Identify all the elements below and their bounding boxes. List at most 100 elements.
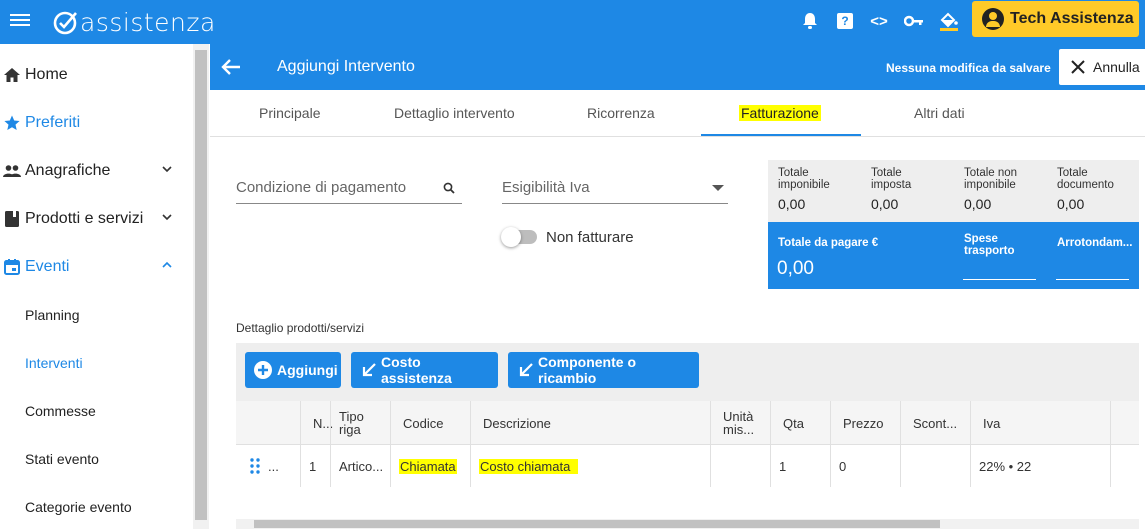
totals-summary: Totale imponibile 0,00 Totale imposta 0,… xyxy=(768,160,1139,222)
sidebar-item-label: Home xyxy=(25,66,68,83)
tab-label: Fatturazione xyxy=(739,105,821,121)
sidebar-subitem-interventi[interactable]: Interventi xyxy=(25,355,83,371)
user-menu-button[interactable]: Tech Assistenza xyxy=(972,1,1139,37)
column-header-label: Unità mis... xyxy=(723,409,755,437)
column-header-iva[interactable]: Iva xyxy=(970,401,1110,445)
cell-prezzo: 0 xyxy=(830,445,900,487)
sidebar-subitem-categorie-evento[interactable]: Categorie evento xyxy=(25,499,132,515)
total-document-value: 0,00 xyxy=(1057,196,1085,212)
scrollbar-thumb[interactable] xyxy=(254,520,940,528)
column-header-descrizione[interactable]: Descrizione xyxy=(470,401,710,445)
column-header-n[interactable]: N... xyxy=(300,401,333,445)
add-row-button[interactable]: Aggiungi xyxy=(245,352,341,388)
people-icon xyxy=(3,162,21,180)
close-icon xyxy=(1071,60,1085,74)
component-part-label: Componente o ricambio xyxy=(538,354,636,386)
details-table: N... Tipo riga Codice Descrizione Unità … xyxy=(236,401,1139,529)
sidebar-scrollbar[interactable] xyxy=(193,44,209,529)
cancel-button[interactable]: Annulla xyxy=(1059,49,1145,85)
vat-eligibility-placeholder: Esigibilità Iva xyxy=(502,179,590,196)
page-header: Aggiungi Intervento Nessuna modifica da … xyxy=(210,44,1145,90)
sidebar-item-anagrafiche[interactable]: Anagrafiche xyxy=(0,151,193,191)
sidebar-subitem-stati-evento[interactable]: Stati evento xyxy=(25,451,99,467)
sidebar-subitem-commesse[interactable]: Commesse xyxy=(25,403,96,419)
column-header-sconto[interactable]: Scont... xyxy=(900,401,970,445)
scrollbar-thumb[interactable] xyxy=(195,50,207,520)
logo-text: assistenza xyxy=(80,7,216,37)
chevron-down-icon xyxy=(162,214,172,221)
tab-ricorrenza[interactable]: Ricorrenza xyxy=(587,105,655,121)
tab-bar: Principale Dettaglio intervento Ricorren… xyxy=(210,90,1145,137)
vat-eligibility-select[interactable]: Esigibilità Iva xyxy=(502,175,728,204)
tab-dettaglio-intervento[interactable]: Dettaglio intervento xyxy=(394,105,515,121)
tab-fatturazione[interactable]: Fatturazione xyxy=(739,105,821,121)
column-header-qta[interactable]: Qta xyxy=(770,401,830,445)
calendar-icon xyxy=(3,258,21,276)
total-tax-value: 0,00 xyxy=(871,196,899,212)
save-status-text: Nessuna modifica da salvare xyxy=(886,61,1051,75)
total-tax-label: Totale imposta xyxy=(871,167,912,191)
add-row-label: Aggiungi xyxy=(277,362,338,378)
menu-icon[interactable] xyxy=(10,11,32,33)
table-row[interactable]: ... 1 Artico... Chiamata Costo chiamata … xyxy=(236,445,1139,487)
tab-principale[interactable]: Principale xyxy=(259,105,320,121)
tab-altri-dati[interactable]: Altri dati xyxy=(914,105,965,121)
total-taxable-label: Totale imponibile xyxy=(778,167,830,191)
column-header-tipo-riga[interactable]: Tipo riga xyxy=(330,401,390,445)
logo-check-icon xyxy=(53,11,77,35)
back-arrow-icon[interactable] xyxy=(220,56,242,78)
key-icon[interactable] xyxy=(903,10,925,32)
column-header-unita[interactable]: Unità mis... xyxy=(710,401,770,445)
arrow-south-west-icon xyxy=(518,362,534,378)
column-header-codice[interactable]: Codice xyxy=(390,401,470,445)
help-glyph: ? xyxy=(837,13,853,29)
chevron-down-icon xyxy=(162,166,172,173)
sidebar-subitem-planning[interactable]: Planning xyxy=(25,307,80,323)
sidebar-item-label: Preferiti xyxy=(25,114,81,131)
column-header-prezzo[interactable]: Prezzo xyxy=(830,401,900,445)
no-invoice-toggle[interactable] xyxy=(501,227,537,247)
code-icon[interactable]: <> xyxy=(868,10,890,32)
app-logo[interactable]: assistenza xyxy=(52,6,216,38)
details-toolbar: Aggiungi Costo assistenza Componente o r… xyxy=(236,343,1139,401)
search-icon[interactable] xyxy=(443,182,455,194)
total-non-taxable-value: 0,00 xyxy=(964,196,992,212)
top-app-bar: assistenza ? <> Tech Assistenza xyxy=(0,0,1145,44)
sidebar-item-label: Anagrafiche xyxy=(25,162,111,179)
shipping-costs-input[interactable] xyxy=(963,279,1036,280)
cost-assistance-button[interactable]: Costo assistenza xyxy=(351,352,498,388)
sidebar-item-label: Prodotti e servizi xyxy=(25,210,144,227)
sidebar-item-home[interactable]: Home xyxy=(0,55,193,95)
sidebar-item-eventi[interactable]: Eventi xyxy=(0,247,193,287)
help-icon[interactable]: ? xyxy=(834,10,856,32)
page-title: Aggiungi Intervento xyxy=(277,58,415,75)
total-due-value: 0,00 xyxy=(777,258,814,279)
total-document-label: Totale documento xyxy=(1057,167,1114,191)
table-header: N... Tipo riga Codice Descrizione Unità … xyxy=(236,401,1139,445)
column-header-label: Tipo riga xyxy=(339,409,364,437)
cell-n: 1 xyxy=(300,445,330,487)
row-drag-handle[interactable]: ... xyxy=(236,445,300,487)
sidebar-item-preferiti[interactable]: Preferiti xyxy=(0,103,193,143)
sidebar-item-prodotti[interactable]: Prodotti e servizi xyxy=(0,199,193,239)
cell-codice-text: Chiamata xyxy=(399,458,457,474)
paint-bucket-icon[interactable] xyxy=(938,10,960,32)
cell-descrizione-text: Costo chiamata xyxy=(479,458,579,474)
details-section-label: Dettaglio prodotti/servizi xyxy=(236,321,365,335)
row-handle-ellipsis: ... xyxy=(268,458,279,474)
bell-icon[interactable] xyxy=(799,10,821,32)
shipping-costs-label: Spese trasporto xyxy=(964,233,1015,257)
cell-tipo-riga: Artico... xyxy=(330,445,390,487)
rounding-input[interactable] xyxy=(1056,279,1129,280)
sidebar-item-label: Eventi xyxy=(25,258,70,275)
star-icon xyxy=(3,114,21,132)
chevron-up-icon xyxy=(162,261,172,268)
total-non-taxable-label: Totale non imponibile xyxy=(964,167,1018,191)
cell-qta: 1 xyxy=(770,445,830,487)
add-circle-icon xyxy=(253,360,273,380)
table-horizontal-scrollbar[interactable] xyxy=(236,519,1139,529)
payment-condition-input[interactable]: Condizione di pagamento xyxy=(236,175,462,204)
cancel-label: Annulla xyxy=(1093,59,1140,75)
component-part-button[interactable]: Componente o ricambio xyxy=(508,352,699,388)
cell-extra xyxy=(1110,445,1139,487)
